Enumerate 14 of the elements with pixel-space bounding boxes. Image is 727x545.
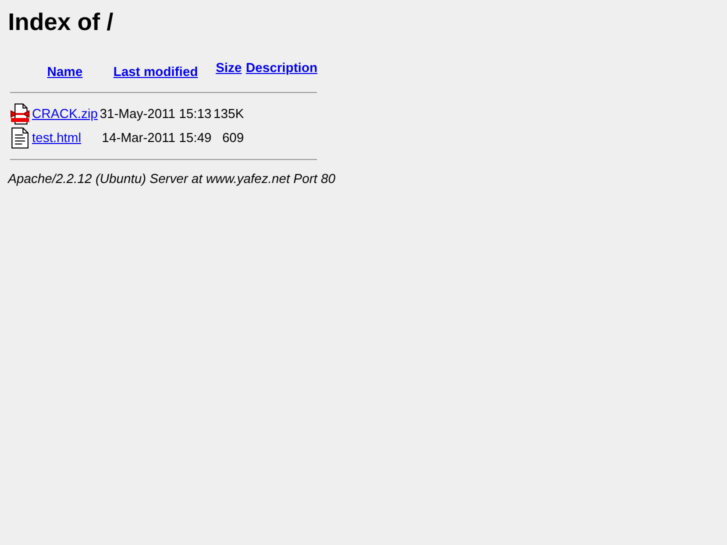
server-signature: Apache/2.2.12 (Ubuntu) Server at www.yafez.net Port 80 <box>8 171 336 186</box>
file-link[interactable]: CRACK.zip <box>32 106 98 121</box>
archive-icon <box>10 103 30 125</box>
column-header-link[interactable]: Name <box>47 64 83 79</box>
modified-date: 31-May-2011 15:13 <box>100 106 212 121</box>
column-header-link[interactable]: Size <box>216 60 242 75</box>
document-icon <box>10 127 30 149</box>
file-link[interactable]: test.html <box>32 130 82 145</box>
page-title: Index of / <box>8 8 114 38</box>
modified-date: 14-Mar-2011 15:49 <box>102 130 212 145</box>
column-header-link[interactable]: Last modified <box>113 64 198 79</box>
file-size: 135K <box>214 106 244 121</box>
column-header-link[interactable]: Description <box>246 60 318 75</box>
file-size: 609 <box>222 130 244 145</box>
